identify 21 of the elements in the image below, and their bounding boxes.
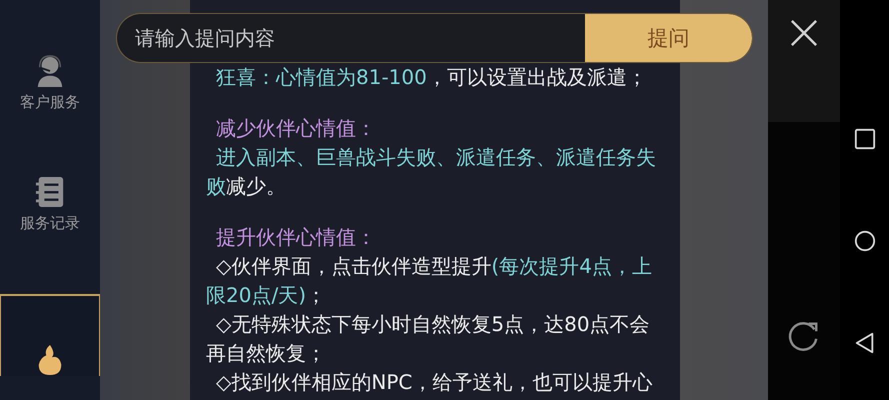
section-heading: 提升伙伴心情值： — [215, 224, 377, 251]
refresh-icon[interactable] — [788, 320, 820, 352]
sidebar-item[interactable]: 客户服务 — [0, 52, 100, 113]
paragraph: 狂喜：心情值为81-100，可以设置出战及派遣； — [215, 64, 648, 91]
paragraph: ◇无特殊状态下每小时自然恢复5点，达80点不会再自然恢复； — [206, 311, 651, 367]
sidebar-item[interactable]: 服务记录 — [0, 173, 100, 234]
paragraph: ◇找到伙伴相应的NPC，给予送礼，也可以提升心 — [215, 369, 654, 396]
sidebar-label: 服务记录 — [20, 214, 80, 233]
paragraph: 进入副本、巨兽战斗失败、派遣任务、派遣任务失败减少。 — [206, 144, 657, 200]
section-heading: 减少伙伴心情值： — [215, 115, 377, 142]
sidebar-item[interactable] — [0, 294, 100, 376]
home-icon[interactable] — [854, 230, 876, 252]
recent-apps-icon[interactable] — [854, 128, 876, 150]
search-field[interactable]: 请输入提问内容 提问 — [117, 14, 752, 62]
back-icon[interactable] — [854, 332, 876, 354]
notebook-icon — [35, 176, 65, 208]
ask-button[interactable]: 提问 — [585, 14, 752, 62]
paragraph: ◇伙伴界面，点击伙伴造型提升(每次提升4点，上限20点/天)； — [206, 253, 653, 309]
sidebar-label: 客户服务 — [20, 93, 80, 112]
headset-icon — [35, 55, 65, 87]
close-icon[interactable] — [790, 19, 818, 47]
